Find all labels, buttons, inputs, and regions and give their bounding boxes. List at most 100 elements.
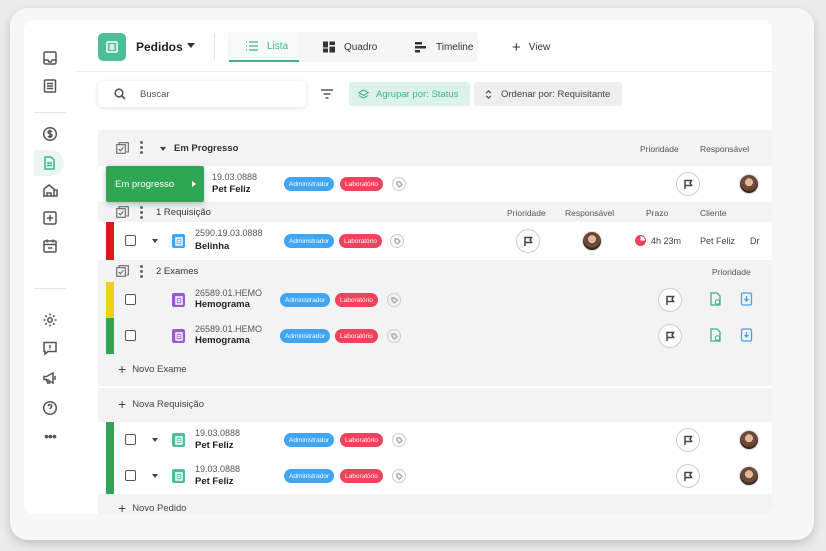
select-group-icon[interactable] xyxy=(116,206,129,218)
orders-icon[interactable] xyxy=(34,150,64,176)
requisition-count: 1 Requisição xyxy=(156,207,211,218)
status-drag-card[interactable]: Em progresso xyxy=(106,166,204,202)
add-tag-icon[interactable] xyxy=(392,177,406,191)
group-menu-icon[interactable] xyxy=(140,265,143,280)
tab-timeline-label: Timeline xyxy=(436,41,474,53)
order-by-label: Ordenar por: Requisitante xyxy=(501,88,611,100)
tag-admin: Administrador xyxy=(284,469,335,483)
help-icon[interactable] xyxy=(38,396,62,420)
result-doc-icon[interactable] xyxy=(709,292,722,306)
add-tag-icon[interactable] xyxy=(387,293,401,307)
order-code: 19.03.0888 xyxy=(212,172,258,182)
orders-logo-icon xyxy=(98,33,126,61)
col-priority: Prioridade xyxy=(712,267,751,277)
add-exam-button[interactable]: + Novo Exame xyxy=(118,361,187,377)
add-tag-icon[interactable] xyxy=(390,234,404,248)
filter-icon[interactable] xyxy=(320,88,334,100)
add-requisition-label: Nova Requisição xyxy=(132,398,205,410)
inbox-icon[interactable] xyxy=(38,46,62,70)
order-name: Pet Feliz xyxy=(195,440,234,451)
flag-icon xyxy=(665,331,675,341)
table-row[interactable]: 26589.01.HEMO Hemograma Administrador La… xyxy=(98,282,772,318)
add-requisition-button[interactable]: + Nova Requisição xyxy=(118,396,204,412)
calendar-icon[interactable] xyxy=(38,234,62,258)
priority-flag-button[interactable] xyxy=(516,229,540,253)
group-title: Em Progresso xyxy=(174,143,239,154)
order-name: Pet Feliz xyxy=(212,184,251,195)
add-order-button[interactable]: + Novo Pedido xyxy=(118,500,187,514)
avatar[interactable] xyxy=(739,174,759,194)
deadline: 4h 23m xyxy=(635,235,681,246)
tag-lab: Laboratório xyxy=(340,177,383,191)
tab-quadro[interactable]: Quadro xyxy=(322,32,377,62)
row-checkbox[interactable] xyxy=(125,434,136,445)
add-view-button[interactable]: + View xyxy=(512,32,550,62)
more-icon[interactable]: ••• xyxy=(38,424,62,448)
col-responsible: Responsável xyxy=(565,208,615,218)
priority-flag-button[interactable] xyxy=(658,288,682,312)
tag-admin: Administrador xyxy=(284,234,335,248)
table-row[interactable]: 26589.01.HEMO Hemograma Administrador La… xyxy=(98,318,772,354)
collapse-icon[interactable] xyxy=(160,147,166,151)
requisition-header: 1 Requisição Prioridade Responsável Praz… xyxy=(98,202,772,222)
building-icon[interactable] xyxy=(38,178,62,202)
add-tag-icon[interactable] xyxy=(387,329,401,343)
group-menu-icon[interactable] xyxy=(140,206,143,221)
search-input[interactable] xyxy=(140,88,280,100)
result-doc-icon[interactable] xyxy=(709,328,722,342)
header: Pedidos Lista Quadro Timeline + View xyxy=(76,20,772,72)
tab-timeline[interactable]: Timeline xyxy=(414,32,473,62)
expand-icon[interactable] xyxy=(152,474,158,478)
expand-icon[interactable] xyxy=(152,438,158,442)
order-code: 19.03.0888 xyxy=(195,428,241,438)
flag-icon xyxy=(683,179,693,189)
tab-lista-label: Lista xyxy=(267,40,289,52)
col-client: Cliente xyxy=(700,208,727,218)
layers-icon xyxy=(358,88,369,99)
exam-code: 26589.01.HEMO xyxy=(195,288,263,298)
avatar[interactable] xyxy=(739,466,759,486)
expand-icon[interactable] xyxy=(152,239,158,243)
timer-icon xyxy=(635,235,646,246)
order-code: 19.03.0888 xyxy=(195,464,241,474)
row-checkbox[interactable] xyxy=(125,330,136,341)
avatar[interactable] xyxy=(739,430,759,450)
group-by-button[interactable]: Agrupar por: Status xyxy=(349,82,470,106)
status-indicator xyxy=(106,282,114,318)
select-group-icon[interactable] xyxy=(116,265,129,277)
order-by-button[interactable]: Ordenar por: Requisitante xyxy=(474,82,622,106)
row-checkbox[interactable] xyxy=(125,470,136,481)
group-header: Em Progresso Prioridade Responsável xyxy=(98,130,772,166)
row-checkbox[interactable] xyxy=(125,294,136,305)
add-tag-icon[interactable] xyxy=(392,469,406,483)
board-icon xyxy=(323,41,335,53)
priority-flag-button[interactable] xyxy=(676,464,700,488)
priority-flag-button[interactable] xyxy=(676,172,700,196)
document-list-icon[interactable] xyxy=(38,74,62,98)
megaphone-icon[interactable] xyxy=(38,366,62,390)
table-row[interactable]: 19.03.0888 Pet Feliz Administrador Labor… xyxy=(98,422,772,458)
avatar[interactable] xyxy=(582,231,602,251)
tag-lab: Laboratório xyxy=(339,234,382,248)
chevron-down-icon[interactable] xyxy=(187,43,195,48)
download-doc-icon[interactable] xyxy=(740,292,753,306)
alert-message-icon[interactable] xyxy=(38,336,62,360)
gear-icon[interactable] xyxy=(38,308,62,332)
plus-box-icon[interactable] xyxy=(38,206,62,230)
status-indicator xyxy=(106,422,114,458)
row-checkbox[interactable] xyxy=(125,235,136,246)
exam-name: Hemograma xyxy=(195,335,250,346)
tab-lista[interactable]: Lista xyxy=(229,32,299,62)
tag-admin: Administrador xyxy=(280,293,331,307)
group-menu-icon[interactable] xyxy=(140,141,143,156)
add-tag-icon[interactable] xyxy=(392,433,406,447)
sort-icon xyxy=(485,89,492,99)
table-row[interactable]: 2590.19.03.0888 Belinha Administrador La… xyxy=(98,222,772,260)
add-exam-label: Novo Exame xyxy=(132,363,187,375)
download-doc-icon[interactable] xyxy=(740,328,753,342)
priority-flag-button[interactable] xyxy=(676,428,700,452)
table-row[interactable]: 19.03.0888 Pet Feliz Administrador Labor… xyxy=(98,458,772,494)
priority-flag-button[interactable] xyxy=(658,324,682,348)
select-group-icon[interactable] xyxy=(116,142,129,154)
dollar-icon[interactable] xyxy=(38,122,62,146)
